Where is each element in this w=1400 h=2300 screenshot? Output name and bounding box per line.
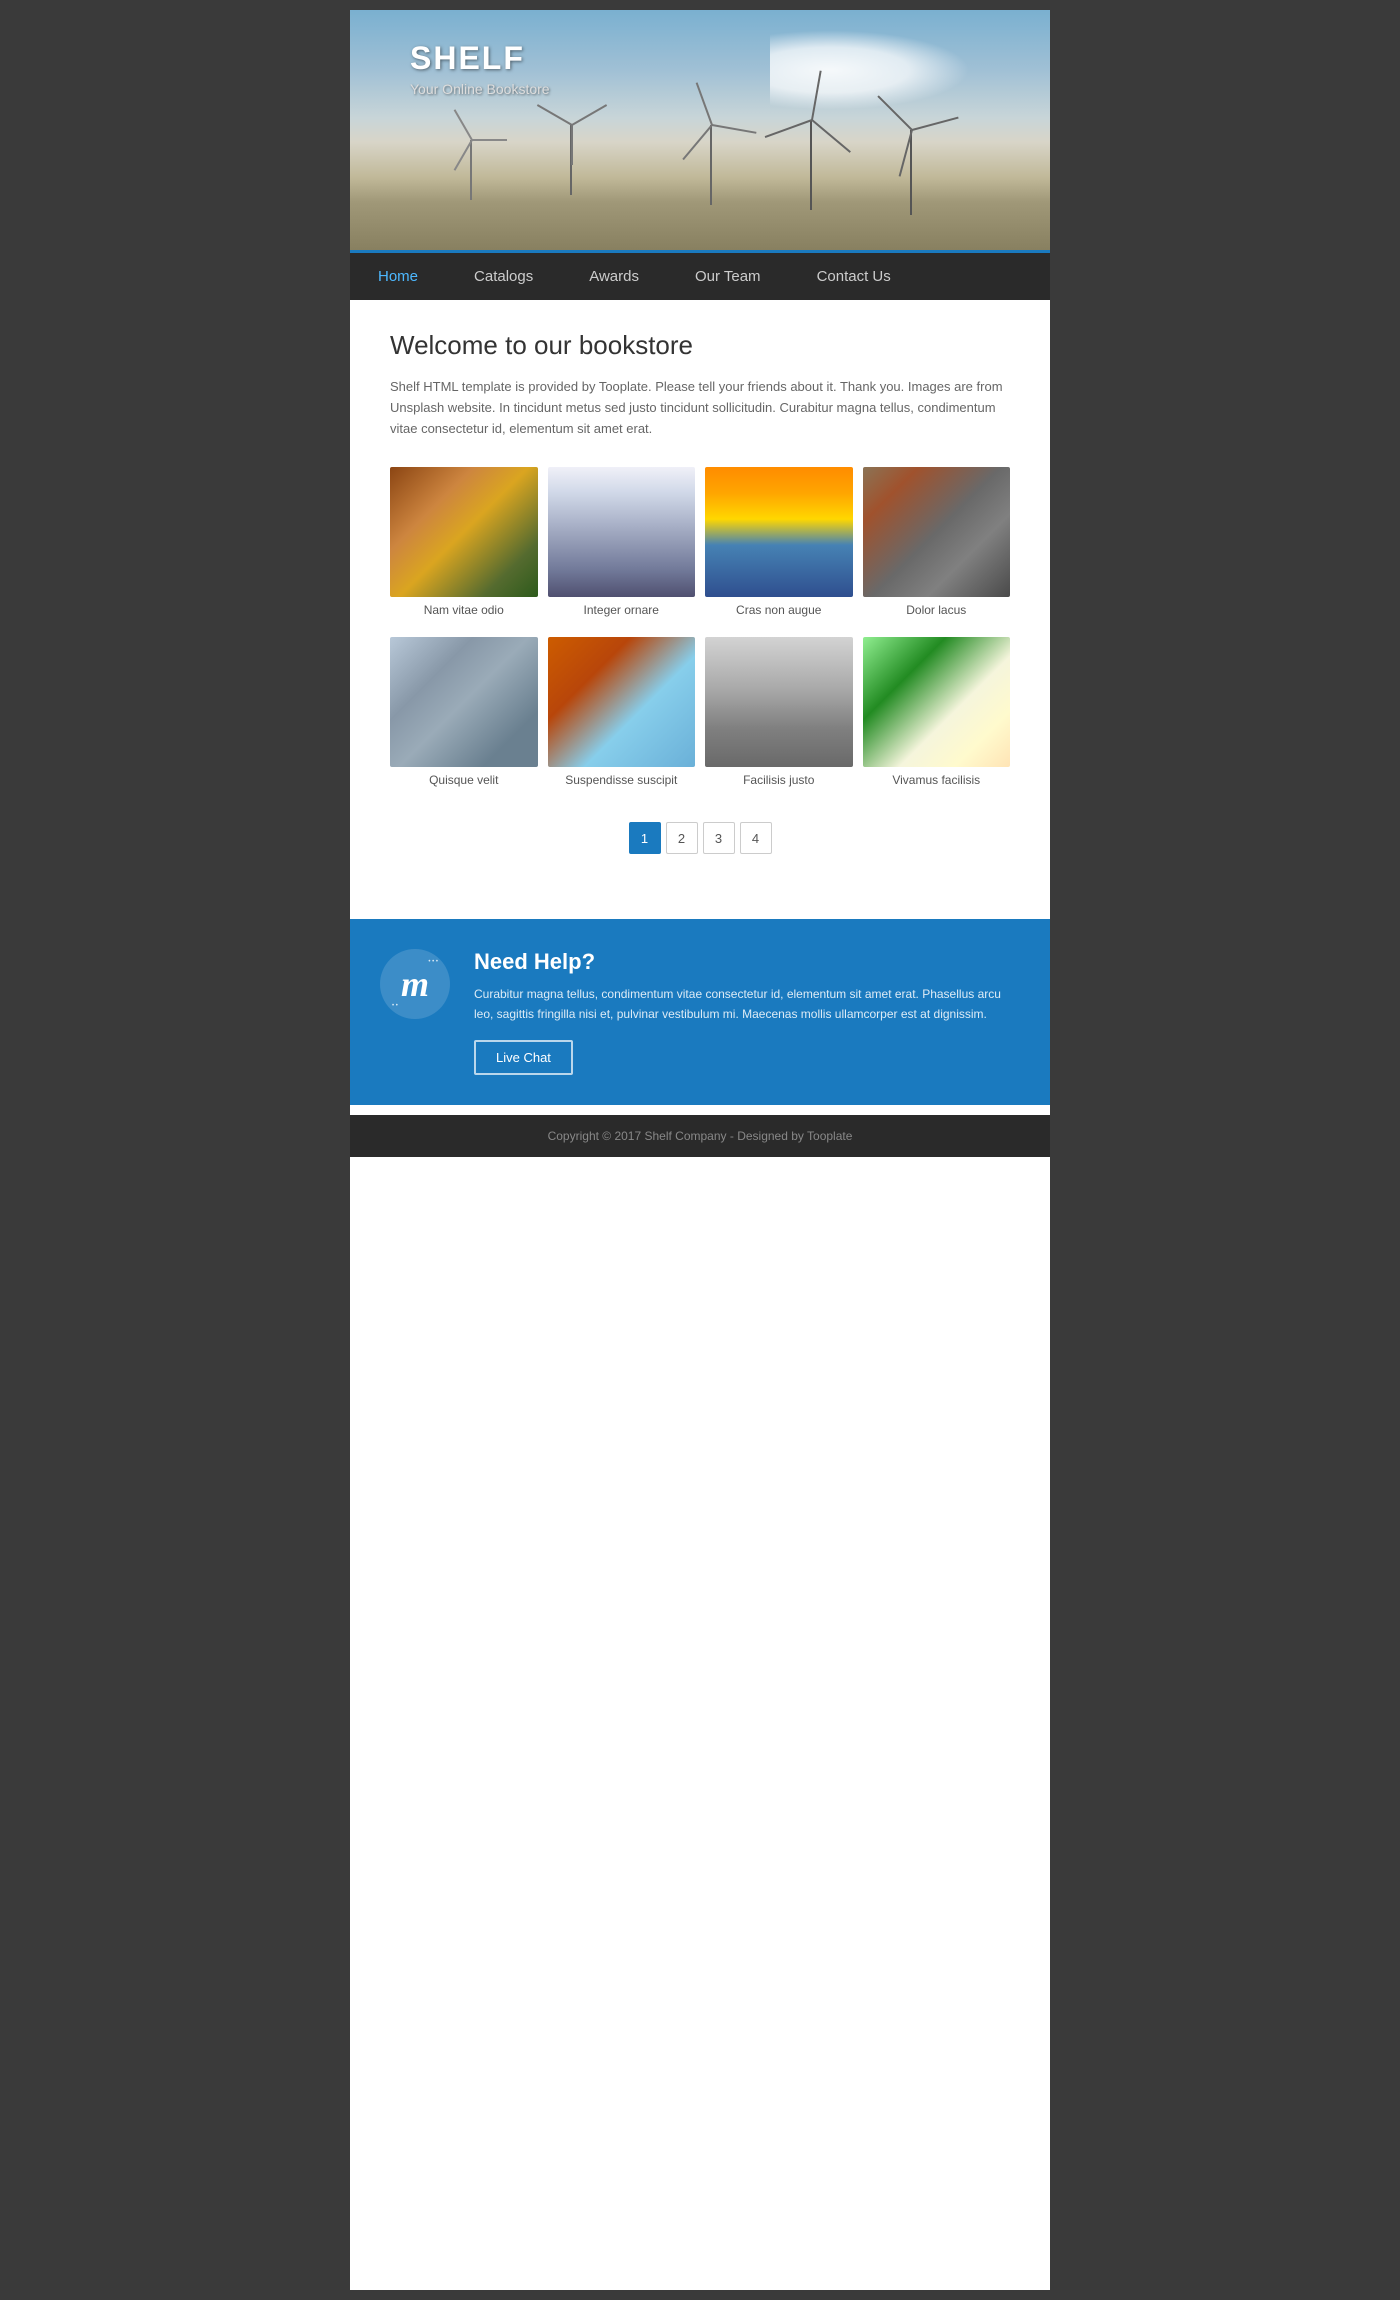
page-btn-4[interactable]: 4 [740,822,772,854]
footer: Copyright © 2017 Shelf Company - Designe… [350,1115,1050,1157]
main-content: Welcome to our bookstore Shelf HTML temp… [350,300,1050,909]
nav-home[interactable]: Home [350,253,446,300]
image-jump [705,467,853,597]
caption-1: Nam vitae odio [390,603,538,617]
site-title: SHELF [410,40,550,77]
live-chat-button[interactable]: Live Chat [474,1040,573,1075]
page-btn-2[interactable]: 2 [666,822,698,854]
image-house [390,637,538,767]
page-btn-3[interactable]: 3 [703,822,735,854]
grid-item-4[interactable]: Dolor lacus [863,467,1011,617]
caption-5: Quisque velit [390,773,538,787]
footer-text: Copyright © 2017 Shelf Company - Designe… [548,1129,853,1143]
help-title: Need Help? [474,949,1020,975]
nav-awards[interactable]: Awards [561,253,667,300]
welcome-body: Shelf HTML template is provided by Toopl… [390,377,1010,439]
grid-item-8[interactable]: Vivamus facilisis [863,637,1011,787]
caption-4: Dolor lacus [863,603,1011,617]
grid-item-2[interactable]: Integer ornare [548,467,696,617]
caption-3: Cras non augue [705,603,853,617]
help-icon: m • • • • • [380,949,450,1019]
image-grid-row1: Nam vitae odio Integer ornare Cras non a… [390,467,1010,617]
image-mushroom [863,637,1011,767]
turbine-5 [910,130,912,215]
nav-our-team[interactable]: Our Team [667,253,789,300]
nav-contact-us[interactable]: Contact Us [789,253,919,300]
navbar: Home Catalogs Awards Our Team Contact Us [350,250,1050,300]
grid-item-5[interactable]: Quisque velit [390,637,538,787]
help-section: m • • • • • Need Help? Curabitur magna t… [350,919,1050,1104]
image-building [548,467,696,597]
caption-2: Integer ornare [548,603,696,617]
caption-8: Vivamus facilisis [863,773,1011,787]
turbine-1 [470,140,472,200]
hero-clouds [770,30,970,110]
nav-catalogs[interactable]: Catalogs [446,253,561,300]
pagination: 1 2 3 4 [390,797,1010,879]
turbine-2 [570,125,572,195]
grid-item-7[interactable]: Facilisis justo [705,637,853,787]
help-icon-letter: m [401,963,429,1005]
hero-section: SHELF Your Online Bookstore [350,10,1050,250]
image-grid-row2: Quisque velit Suspendisse suscipit Facil… [390,637,1010,787]
help-body: Curabitur magna tellus, condimentum vita… [474,985,1020,1023]
image-bridge [548,637,696,767]
help-content: Need Help? Curabitur magna tellus, condi… [474,949,1020,1074]
hero-text: SHELF Your Online Bookstore [410,40,550,97]
page-btn-1[interactable]: 1 [629,822,661,854]
image-autumn [390,467,538,597]
image-person [705,637,853,767]
grid-item-1[interactable]: Nam vitae odio [390,467,538,617]
grid-item-3[interactable]: Cras non augue [705,467,853,617]
caption-7: Facilisis justo [705,773,853,787]
caption-6: Suspendisse suscipit [548,773,696,787]
image-road [863,467,1011,597]
turbine-4 [810,120,812,210]
grid-item-6[interactable]: Suspendisse suscipit [548,637,696,787]
turbine-3 [710,125,712,205]
site-subtitle: Your Online Bookstore [410,81,550,97]
welcome-title: Welcome to our bookstore [390,330,1010,361]
